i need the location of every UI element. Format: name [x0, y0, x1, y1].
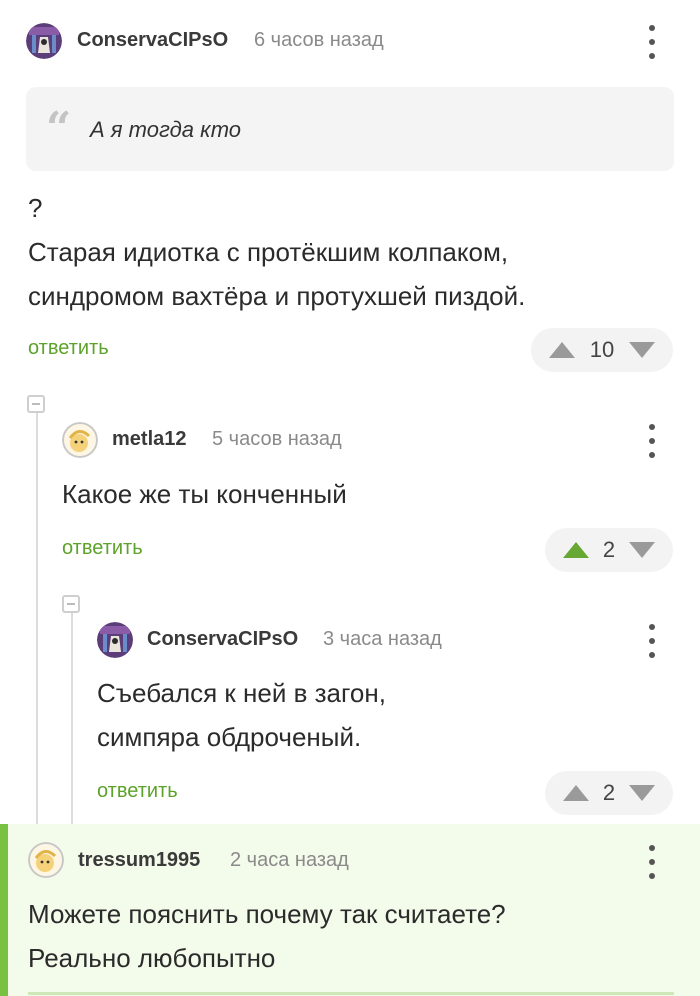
divider: [28, 992, 674, 995]
comment-text-line: Реально любопытно: [28, 943, 276, 973]
vote-widget: 2: [545, 771, 673, 815]
quote-icon: “: [46, 103, 72, 154]
downvote-arrow-icon[interactable]: [628, 342, 655, 358]
username[interactable]: metla12: [112, 428, 187, 451]
timestamp: 2 часа назад: [230, 849, 349, 871]
vote-widget: 10: [531, 328, 673, 372]
vote-count: 2: [602, 537, 616, 562]
comment-text-line: Можете пояснить почему так считаете?: [28, 899, 506, 929]
vote-count: 10: [589, 337, 615, 362]
more-vertical-icon[interactable]: [640, 845, 664, 879]
collapse-thread-icon[interactable]: [62, 595, 80, 613]
avatar[interactable]: [97, 622, 133, 658]
avatar[interactable]: [62, 422, 98, 458]
username[interactable]: ConservaCIPsO: [147, 628, 298, 651]
comment-text-line: Съебался к ней в загон,: [97, 678, 386, 708]
upvote-arrow-icon[interactable]: [563, 542, 589, 558]
upvote-arrow-icon[interactable]: [563, 785, 589, 801]
username[interactable]: tressum1995: [78, 849, 200, 872]
timestamp: 3 часа назад: [323, 628, 442, 650]
vote-count: 2: [602, 780, 616, 805]
more-vertical-icon[interactable]: [640, 424, 664, 458]
avatar-metla12: [62, 422, 98, 458]
username[interactable]: ConservaCIPsO: [77, 29, 228, 52]
comment-text-line: Старая идиотка с протёкшим колпаком,: [28, 237, 509, 267]
avatar-conserva: [97, 622, 133, 658]
quote-block: “ А я тогда кто: [26, 87, 674, 171]
highlight-bar: [0, 824, 8, 996]
reply-button[interactable]: ответить: [62, 537, 143, 560]
more-vertical-icon[interactable]: [640, 25, 664, 59]
vote-widget: 2: [545, 528, 673, 572]
reply-button[interactable]: ответить: [97, 780, 178, 803]
comment-text-line: Какое же ты конченный: [62, 479, 347, 509]
timestamp: 6 часов назад: [254, 29, 384, 51]
comment-text-line: синдромом вахтёра и протухшей пиздой.: [28, 281, 526, 311]
avatar[interactable]: [28, 842, 64, 878]
avatar-tressum: [28, 842, 64, 878]
thread-line: [71, 612, 73, 824]
downvote-arrow-icon[interactable]: [629, 785, 655, 801]
avatar-conserva: [26, 23, 62, 59]
timestamp: 5 часов назад: [212, 428, 342, 450]
quote-text: А я тогда кто: [90, 117, 242, 142]
avatar[interactable]: [26, 23, 62, 59]
collapse-thread-icon[interactable]: [27, 395, 45, 413]
more-vertical-icon[interactable]: [640, 624, 664, 658]
comment-text-line: симпяра обдроченый.: [97, 722, 362, 752]
reply-button[interactable]: ответить: [28, 337, 109, 360]
thread-line: [36, 412, 38, 824]
comment-text-line: ?: [28, 193, 43, 223]
downvote-arrow-icon[interactable]: [629, 542, 655, 558]
upvote-arrow-icon[interactable]: [549, 342, 575, 358]
comment-highlighted: tressum1995 2 часа назад Можете пояснить…: [0, 824, 700, 996]
